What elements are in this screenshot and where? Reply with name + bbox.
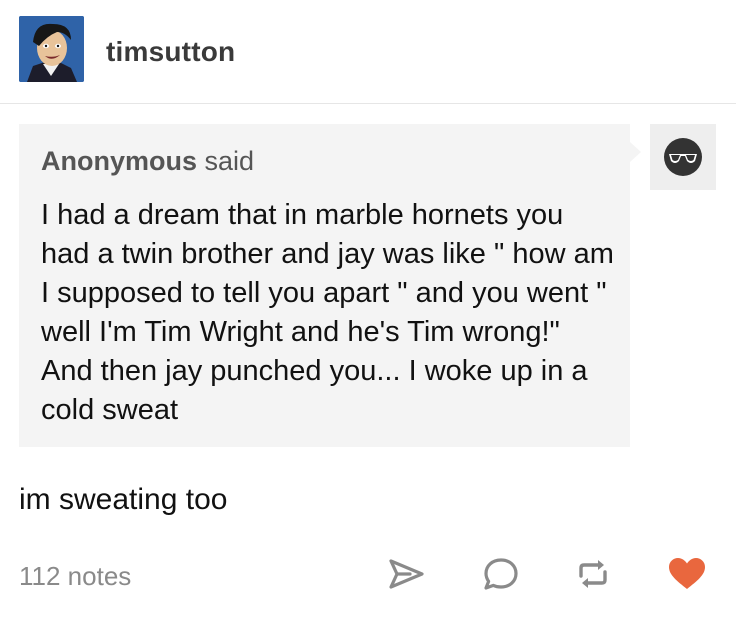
share-icon	[389, 559, 424, 589]
blog-avatar[interactable]	[19, 16, 84, 82]
blog-username[interactable]: timsutton	[106, 36, 235, 68]
answer-text: im sweating too	[19, 483, 228, 516]
ask-bubble: Anonymous said I had a dream that in mar…	[19, 124, 630, 447]
like-button[interactable]	[666, 553, 708, 595]
reblog-button[interactable]	[572, 553, 614, 595]
asker-line: Anonymous said	[41, 146, 254, 177]
reply-icon	[484, 558, 518, 590]
notes-count[interactable]: 112 notes	[19, 561, 131, 592]
ask-bubble-pointer	[630, 142, 641, 162]
asker-name: Anonymous	[41, 146, 198, 176]
header-divider	[0, 103, 736, 104]
heart-icon	[669, 558, 705, 589]
share-button[interactable]	[386, 553, 428, 595]
cartoon-face-icon	[19, 16, 84, 82]
reblog-icon	[579, 560, 607, 588]
anonymous-avatar	[650, 124, 716, 190]
said-label: said	[204, 146, 255, 176]
anonymous-sunglasses-icon	[650, 124, 716, 190]
reply-button[interactable]	[480, 553, 522, 595]
post-header: timsutton	[0, 0, 736, 104]
ask-question: I had a dream that in marble hornets you…	[41, 199, 614, 426]
